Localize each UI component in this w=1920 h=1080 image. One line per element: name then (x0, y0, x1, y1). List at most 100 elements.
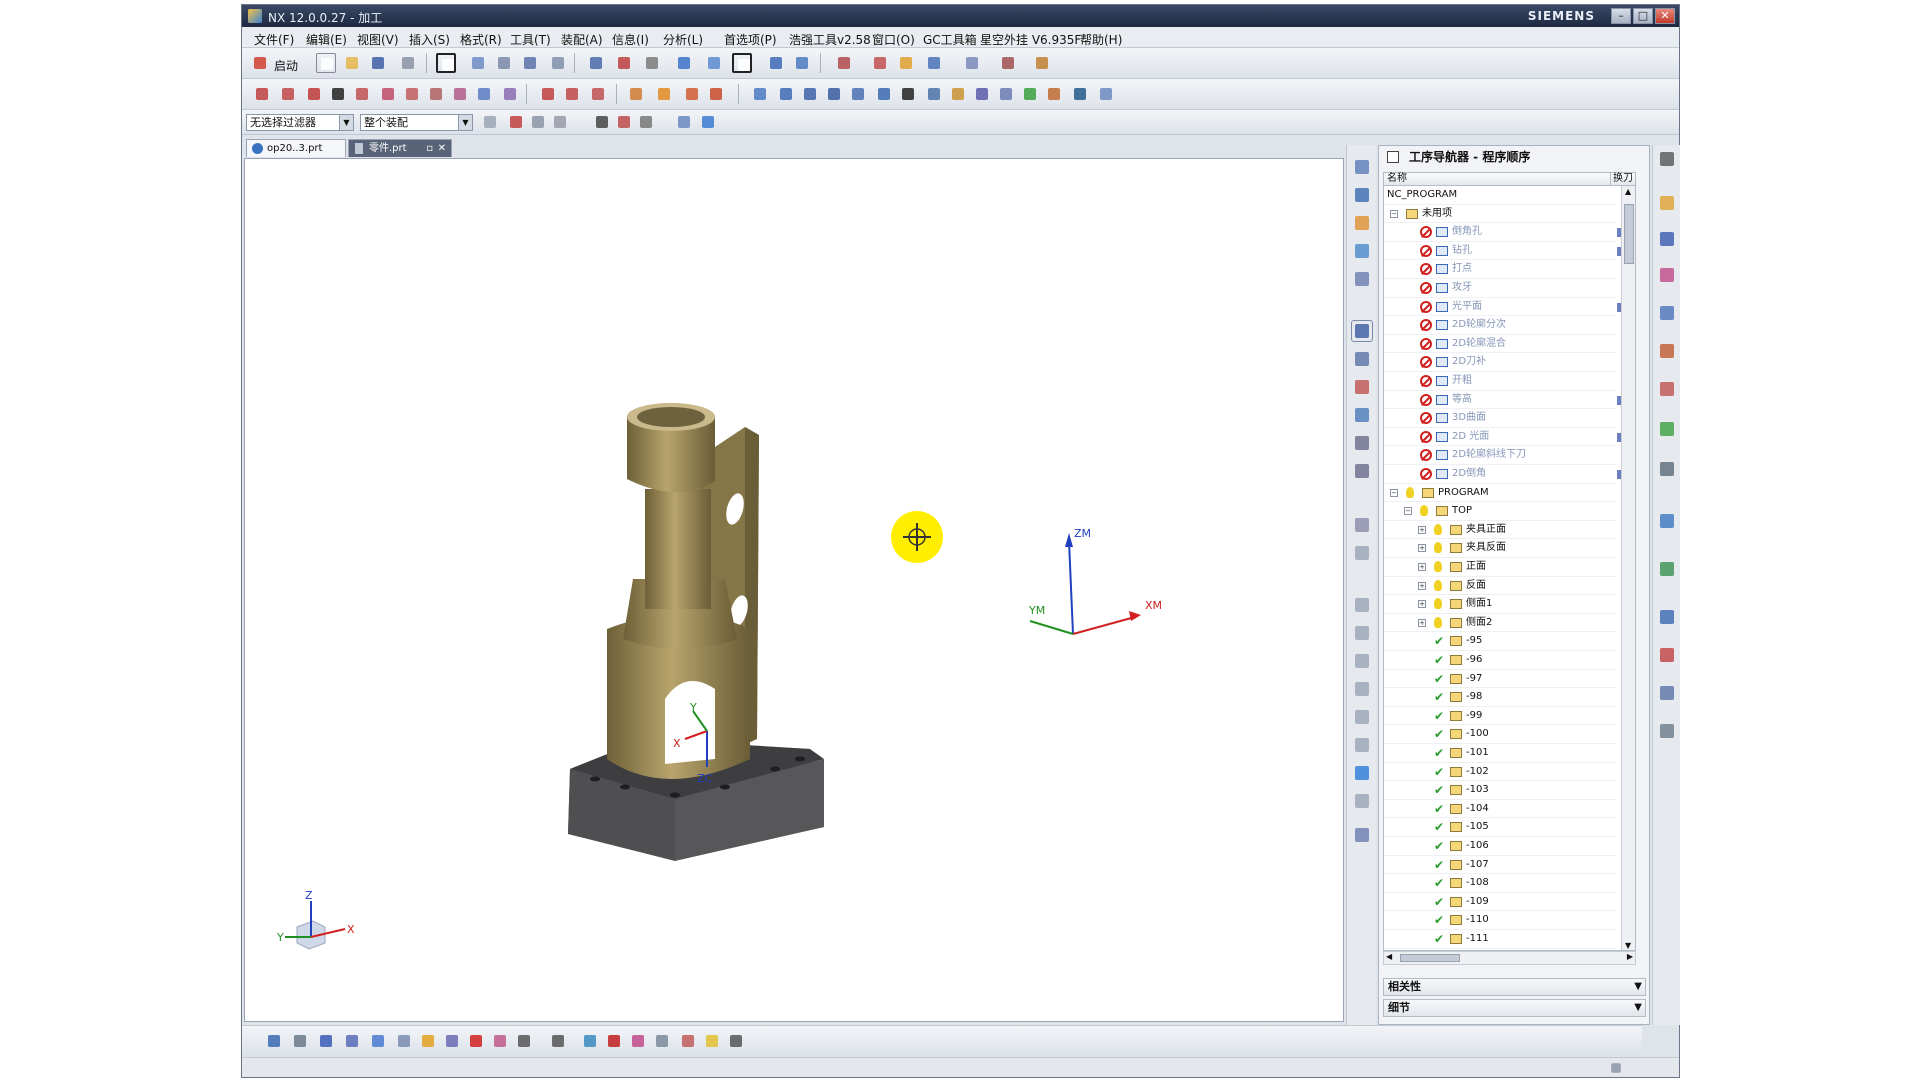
blank-icon[interactable] (490, 1031, 510, 1051)
list-view-icon[interactable] (1352, 433, 1372, 453)
start-button[interactable]: 启动 (274, 57, 298, 74)
program-root-row[interactable]: NC_PROGRAM (1384, 186, 1616, 205)
program-folder-row[interactable]: ✔ -97 (1384, 670, 1616, 689)
menu-insert[interactable]: 插入(S) (409, 31, 450, 48)
body-select-icon[interactable] (674, 112, 694, 132)
tree-icon[interactable] (1352, 791, 1372, 811)
component-select-icon[interactable] (698, 112, 718, 132)
program-folder-row[interactable]: + 反面 (1384, 577, 1616, 596)
program-folder-row[interactable]: ✔ -98 (1384, 688, 1616, 707)
selection-options-icon[interactable] (480, 112, 500, 132)
measure-icon[interactable] (896, 53, 916, 73)
intersect-icon[interactable] (402, 84, 422, 104)
verify-icon[interactable] (898, 84, 918, 104)
menu-format[interactable]: 格式(R) (460, 31, 502, 48)
zlevel-icon[interactable] (394, 1031, 414, 1051)
feature-navigator-icon[interactable] (1352, 377, 1372, 397)
trim-icon[interactable] (500, 84, 520, 104)
operation-navigator-icon[interactable] (1351, 320, 1373, 342)
program-folder-row[interactable]: − 未用项 (1384, 205, 1616, 224)
graphics-window[interactable]: Y X ZC ZM YM XM Z X Y (244, 158, 1344, 1022)
program-folder-row[interactable]: − TOP (1384, 502, 1616, 521)
curve-icon[interactable] (304, 84, 324, 104)
menu-analysis[interactable]: 分析(L) (663, 31, 703, 48)
save-icon[interactable] (368, 53, 388, 73)
select-feature-icon[interactable] (506, 112, 526, 132)
operation-row[interactable]: 2D轮廓分次 (1384, 316, 1616, 335)
process-studio-icon[interactable] (1657, 511, 1677, 531)
gear-icon[interactable] (1657, 149, 1677, 169)
minimize-button[interactable]: – (1611, 8, 1631, 24)
assembly-navigator-icon[interactable] (1657, 193, 1677, 213)
operation-row[interactable]: 2D刀补 (1384, 353, 1616, 372)
operation-row[interactable]: 钻孔 (1384, 242, 1621, 261)
menu-help[interactable]: 帮助(H) (1080, 31, 1122, 48)
planar-mill-icon[interactable] (316, 1031, 336, 1051)
menu-xingkong-plugin[interactable]: 星空外挂 V6.935F (980, 31, 1081, 48)
hd3d-icon[interactable] (1657, 341, 1677, 361)
point-snap-icon[interactable] (614, 112, 634, 132)
create-program-icon[interactable] (750, 84, 770, 104)
cavity-mill-icon[interactable] (342, 1031, 362, 1051)
eraser-icon[interactable] (678, 1031, 698, 1051)
program-folder-row[interactable]: ✔ -103 (1384, 781, 1616, 800)
program-folder-row[interactable]: + 夹具正面 (1384, 521, 1616, 540)
sphere-icon[interactable] (706, 84, 726, 104)
program-folder-row[interactable]: + 侧面2 (1384, 614, 1616, 633)
analysis-icon[interactable] (962, 53, 982, 73)
program-folder-row[interactable]: ✔ -110 (1384, 911, 1616, 930)
chamfer-curve-icon[interactable] (562, 84, 582, 104)
list-icon[interactable] (972, 84, 992, 104)
system-materials-icon[interactable] (1657, 721, 1677, 741)
text-icon[interactable] (328, 84, 348, 104)
assembly-scope-select[interactable]: 整个装配 ▼ (360, 114, 473, 131)
scroll-up-icon[interactable]: ▲ (1625, 187, 1631, 196)
view-cube-icon[interactable] (674, 53, 694, 73)
select-all-icon[interactable] (550, 112, 570, 132)
maximize-button[interactable]: □ (1633, 8, 1653, 24)
menu-view[interactable]: 视图(V) (357, 31, 399, 48)
operation-row[interactable]: 打点 (1384, 260, 1616, 279)
orient-icon[interactable] (614, 53, 634, 73)
operation-row[interactable]: 3D曲面 (1384, 409, 1616, 428)
properties-icon[interactable] (1352, 515, 1372, 535)
operation-row[interactable]: 攻牙 (1384, 279, 1616, 298)
operation-row[interactable]: 等高 (1384, 391, 1621, 410)
paste-icon[interactable] (520, 53, 540, 73)
program-folder-row[interactable]: + 夹具反面 (1384, 539, 1616, 558)
line-icon[interactable] (252, 84, 272, 104)
scroll-thumb[interactable] (1400, 954, 1460, 962)
reuse-library-icon[interactable] (1352, 679, 1372, 699)
hexagon-icon[interactable] (548, 1031, 568, 1051)
close-button[interactable]: ✕ (1655, 8, 1675, 24)
templates-icon[interactable] (1352, 651, 1372, 671)
create-tool-icon[interactable] (776, 84, 796, 104)
cylinder-icon[interactable] (654, 84, 674, 104)
section-icon[interactable] (792, 53, 812, 73)
mill-operation-icon[interactable] (264, 1031, 284, 1051)
clock-icon[interactable] (1657, 607, 1677, 627)
clock-icon[interactable] (1096, 84, 1116, 104)
new-file-icon[interactable] (316, 53, 336, 73)
restore-icon[interactable]: ▫ (426, 140, 433, 157)
grid-icon[interactable] (998, 53, 1018, 73)
block-icon[interactable] (626, 84, 646, 104)
expand-icon[interactable]: + (1418, 618, 1426, 627)
column-name[interactable]: 名称 (1387, 173, 1407, 185)
select-icon[interactable] (834, 53, 854, 73)
arc-icon[interactable] (278, 84, 298, 104)
column-tool-change[interactable]: 换刀 (1610, 173, 1633, 185)
close-icon[interactable]: ✕ (438, 140, 446, 157)
cone-icon[interactable] (682, 84, 702, 104)
scroll-right-icon[interactable]: ▶ (1627, 952, 1633, 961)
scroll-down-icon[interactable]: ▼ (1625, 941, 1631, 950)
history-palette-icon[interactable] (1657, 419, 1677, 439)
tool-path-icon[interactable] (1352, 405, 1372, 425)
copy-icon[interactable] (494, 53, 514, 73)
scroll-left-icon[interactable]: ◀ (1386, 952, 1392, 961)
expand-icon[interactable]: + (1418, 600, 1426, 609)
palette-icon[interactable] (1352, 707, 1372, 727)
edit-icon[interactable] (418, 1031, 438, 1051)
open-folder-icon[interactable] (342, 53, 362, 73)
menu-assembly[interactable]: 装配(A) (561, 31, 603, 48)
